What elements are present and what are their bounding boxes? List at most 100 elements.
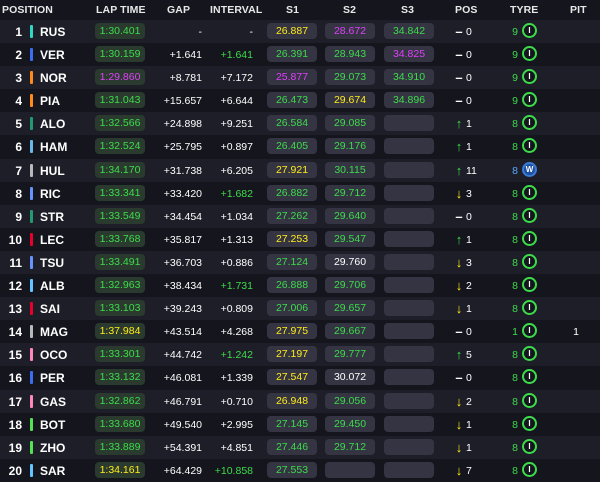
driver-code[interactable]: HUL bbox=[40, 164, 65, 178]
table-row[interactable]: 16 PER 1:33.132 +46.081 +1.339 27.547 30.072 –0… bbox=[0, 366, 600, 390]
tyre-age: 8 bbox=[512, 233, 518, 246]
driver-code[interactable]: OCO bbox=[40, 348, 67, 362]
sector-3-time: 34.896 bbox=[384, 92, 434, 109]
team-color-bar bbox=[30, 394, 33, 408]
driver-code[interactable]: LEC bbox=[40, 233, 64, 247]
header-gap[interactable]: GAP bbox=[167, 4, 190, 16]
table-row[interactable]: 9 STR 1:33.549 +34.454 +1.034 27.262 29.640 –0 8… bbox=[0, 204, 600, 228]
tyre-age: 8 bbox=[512, 464, 518, 477]
table-row[interactable]: 20 SAR 1:34.161 +64.429 +10.858 27.553 ↓ 7 8 I bbox=[0, 458, 600, 482]
driver-code[interactable]: HAM bbox=[40, 140, 67, 154]
position-change-icon: ↓ bbox=[455, 393, 463, 409]
lap-time: 1:33.103 bbox=[95, 300, 145, 317]
header-pos[interactable]: POS bbox=[455, 4, 477, 16]
sector-3-time bbox=[384, 253, 434, 270]
table-row[interactable]: 5 ALO 1:32.566 +24.898 +9.251 26.584 29.085 ↑ 1 8… bbox=[0, 112, 600, 136]
table-row[interactable]: 13 SAI 1:33.103 +39.243 +0.809 27.006 29.657 ↓ 1… bbox=[0, 297, 600, 321]
lap-time: 1:33.768 bbox=[95, 230, 145, 247]
tyre-compound-icon: I bbox=[522, 438, 537, 454]
driver-code[interactable]: VER bbox=[40, 48, 65, 62]
driver-code[interactable]: ZHO bbox=[40, 441, 65, 455]
position-change-value: 0 bbox=[466, 49, 472, 62]
pit-count: 1 bbox=[573, 326, 579, 339]
driver-code[interactable]: PER bbox=[40, 371, 65, 385]
interval-value: +0.897 bbox=[220, 141, 253, 154]
header-tyre[interactable]: TYRE bbox=[510, 4, 538, 16]
gap-value: - bbox=[198, 26, 203, 38]
driver-code[interactable]: TSU bbox=[40, 256, 64, 270]
table-row[interactable]: 1 RUS 1:30.401 - - 26.887 28.672 34.842 –0 9 I bbox=[0, 20, 600, 44]
driver-code[interactable]: MAG bbox=[40, 325, 68, 339]
position-change-value: 0 bbox=[466, 95, 472, 108]
gap-value: +31.738 bbox=[163, 164, 202, 177]
table-row[interactable]: 15 OCO 1:33.301 +44.742 +1.242 27.197 29.777 ↑ 5… bbox=[0, 343, 600, 367]
table-row[interactable]: 19 ZHO 1:33.889 +54.391 +4.851 27.446 29.712 ↓ 1… bbox=[0, 435, 600, 459]
header-s2[interactable]: S2 bbox=[343, 4, 356, 16]
sector-1-time: 27.145 bbox=[267, 415, 317, 432]
table-row[interactable]: 14 MAG 1:37.984 +43.514 +4.268 27.975 29.667 –0… bbox=[0, 320, 600, 344]
lap-time: 1:37.984 bbox=[95, 323, 145, 340]
table-row[interactable]: 7 HUL 1:34.170 +31.738 +6.205 27.921 30.115 ↑ 11… bbox=[0, 158, 600, 182]
header-s3[interactable]: S3 bbox=[401, 4, 414, 16]
driver-code[interactable]: ALB bbox=[40, 279, 65, 293]
tyre-compound-icon: I bbox=[522, 207, 537, 223]
tyre-compound-icon: I bbox=[522, 230, 537, 246]
table-row[interactable]: 4 PIA 1:31.043 +15.657 +6.644 26.473 29.674 34.… bbox=[0, 89, 600, 113]
driver-code[interactable]: RUS bbox=[40, 25, 65, 39]
header-interval[interactable]: INTERVAL bbox=[210, 4, 262, 16]
interval-value: +10.858 bbox=[214, 464, 253, 477]
sector-1-time: 26.391 bbox=[267, 46, 317, 63]
table-row[interactable]: 17 GAS 1:32.862 +46.791 +0.710 26.948 29.056 ↓ 2… bbox=[0, 389, 600, 413]
position-change-value: 0 bbox=[466, 72, 472, 85]
sector-2-time: 29.667 bbox=[325, 323, 375, 340]
team-color-bar bbox=[30, 279, 33, 293]
lap-time: 1:32.524 bbox=[95, 138, 145, 155]
table-row[interactable]: 11 TSU 1:33.491 +36.703 +0.886 27.124 29.760 ↓ 3… bbox=[0, 250, 600, 275]
tyre-age: 8 bbox=[512, 441, 518, 454]
sector-3-time bbox=[384, 369, 434, 386]
driver-code[interactable]: BOT bbox=[40, 418, 65, 432]
header-s1[interactable]: S1 bbox=[286, 4, 299, 16]
lap-time: 1:33.301 bbox=[95, 346, 145, 363]
position-number: 9 bbox=[15, 209, 22, 224]
sector-2-time: 28.943 bbox=[325, 46, 375, 63]
sector-3-time bbox=[384, 230, 434, 247]
table-row[interactable]: 8 RIC 1:33.341 +33.420 +1.682 26.882 29.712 ↓ 3 8… bbox=[0, 181, 600, 205]
team-color-bar bbox=[30, 48, 33, 62]
driver-code[interactable]: ALO bbox=[40, 117, 65, 131]
tyre-compound-icon: I bbox=[522, 323, 537, 339]
tyre-age: 8 bbox=[512, 280, 518, 293]
sector-1-time: 27.547 bbox=[267, 369, 317, 386]
driver-code[interactable]: RIC bbox=[40, 187, 61, 201]
gap-value: +46.081 bbox=[163, 372, 202, 385]
table-row[interactable]: 12 ALB 1:32.963 +38.434 +1.731 26.888 29.706 ↓ 2… bbox=[0, 274, 600, 298]
position-number: 10 bbox=[8, 232, 22, 247]
driver-code[interactable]: NOR bbox=[40, 71, 67, 85]
lap-time: 1:30.159 bbox=[95, 46, 145, 63]
table-row[interactable]: 18 BOT 1:33.680 +49.540 +2.995 27.145 29.450 ↓ 1… bbox=[0, 412, 600, 436]
position-number: 7 bbox=[15, 163, 22, 178]
gap-value: +39.243 bbox=[163, 303, 202, 316]
header-position[interactable]: POSITION bbox=[2, 4, 53, 16]
table-row[interactable]: 2 VER 1:30.159 +1.641 +1.641 26.391 28.943 34.8… bbox=[0, 43, 600, 67]
driver-code[interactable]: PIA bbox=[40, 94, 60, 108]
sector-1-time: 27.253 bbox=[267, 230, 317, 247]
driver-code[interactable]: SAR bbox=[40, 464, 65, 478]
gap-value: +54.391 bbox=[163, 441, 202, 454]
driver-code[interactable]: SAI bbox=[40, 302, 60, 316]
lap-time: 1:33.341 bbox=[95, 184, 145, 201]
position-change-value: 0 bbox=[466, 372, 472, 385]
driver-code[interactable]: STR bbox=[40, 210, 64, 224]
sector-1-time: 27.446 bbox=[267, 438, 317, 455]
team-color-bar bbox=[30, 348, 33, 362]
gap-value: +64.429 bbox=[163, 464, 202, 477]
table-body: 1 RUS 1:30.401- -26.887 28.672 34.842–0 9 I 2 VER… bbox=[0, 20, 600, 482]
sector-1-time: 26.888 bbox=[267, 277, 317, 294]
table-row[interactable]: 3 NOR 1:29.860 +8.781 +7.172 25.877 29.073 34.9… bbox=[0, 66, 600, 90]
table-row[interactable]: 10 LEC 1:33.768 +35.817 +1.313 27.253 29.547 ↑ 1… bbox=[0, 227, 600, 251]
header-lap-time[interactable]: LAP TIME bbox=[96, 4, 146, 16]
header-pit[interactable]: PIT bbox=[570, 4, 587, 16]
table-row[interactable]: 6 HAM 1:32.524 +25.795 +0.897 26.405 29.176 ↑ 1 8… bbox=[0, 135, 600, 159]
position-number: 2 bbox=[15, 48, 22, 63]
driver-code[interactable]: GAS bbox=[40, 395, 66, 409]
